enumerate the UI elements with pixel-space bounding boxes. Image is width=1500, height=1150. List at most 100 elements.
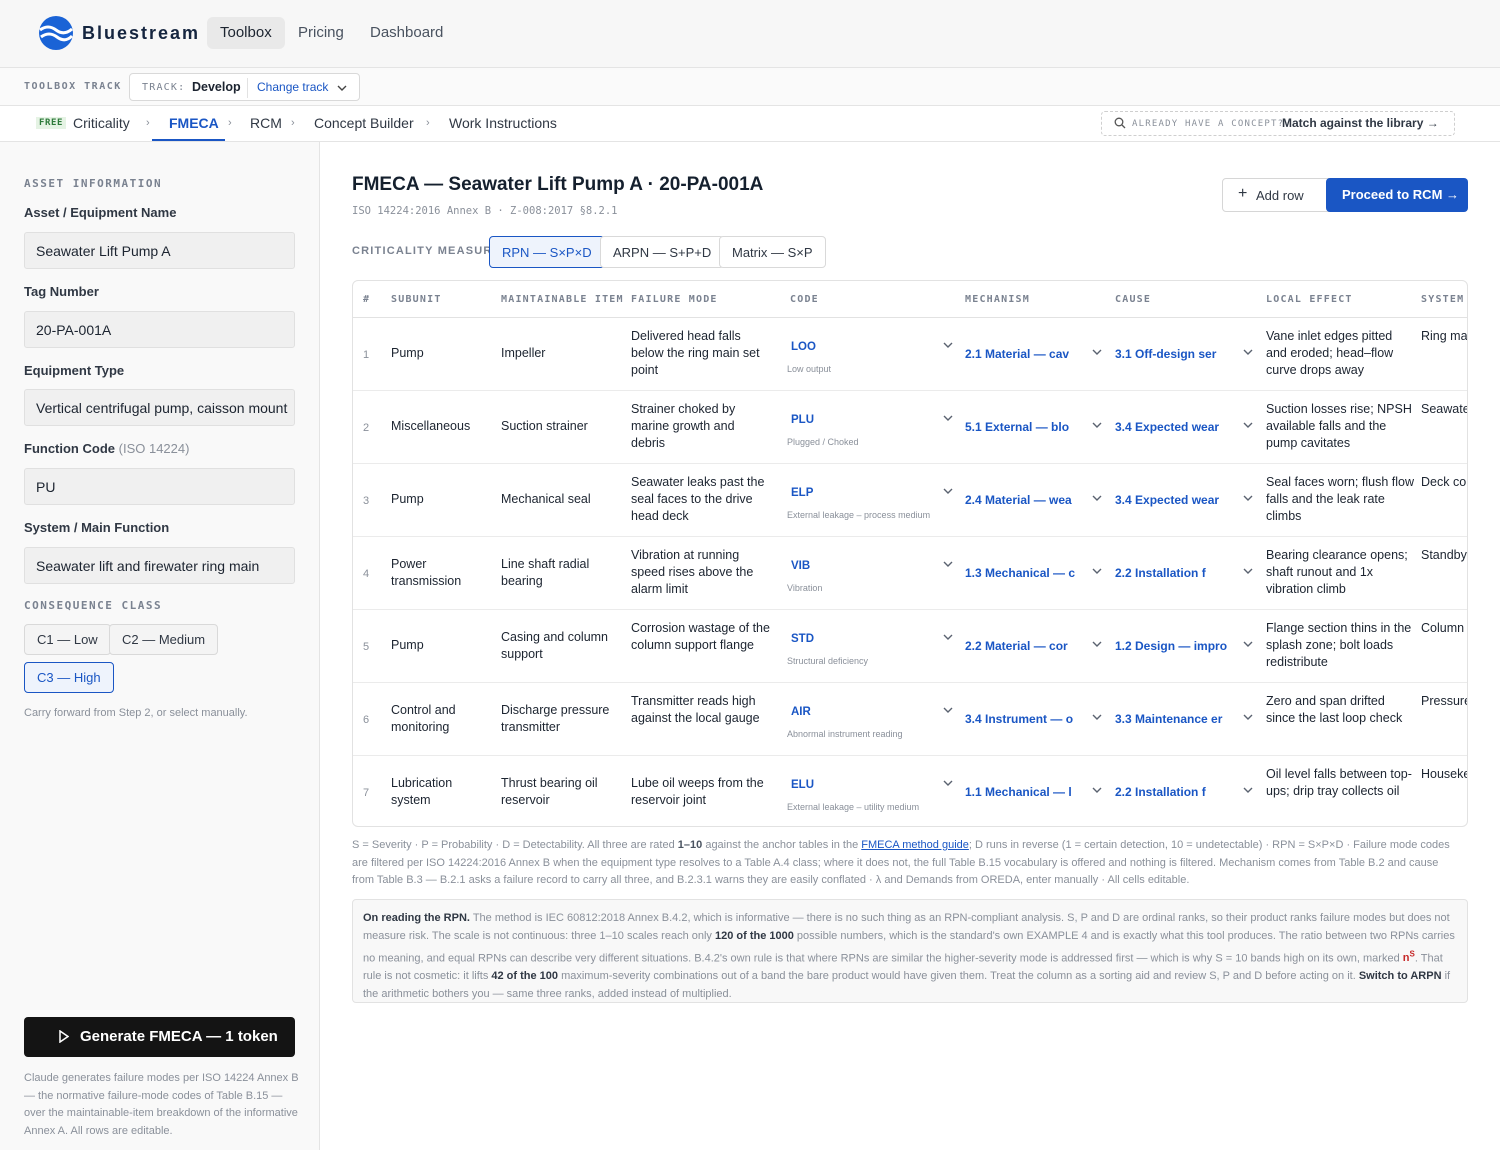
subunit-cell[interactable]: Pump (391, 345, 491, 362)
consequence-c3-button[interactable]: C3 — High (24, 662, 114, 693)
cause-select[interactable]: 2.2 Installation f (1115, 784, 1237, 801)
maintainable-item-cell[interactable]: Thrust bearing oil reservoir (501, 775, 621, 809)
system-effect-cell[interactable]: Houseke the drive duty una (1421, 766, 1467, 783)
generate-fmeca-button[interactable]: Generate FMECA — 1 token (24, 1017, 295, 1057)
measure-arpn-tab[interactable]: ARPN — S+P+D (600, 236, 725, 268)
cause-select[interactable]: 3.3 Maintenance er (1115, 711, 1237, 728)
consequence-c2-button[interactable]: C2 — Medium (109, 624, 219, 655)
chevron-down-icon[interactable] (1091, 713, 1103, 721)
step-work-instructions[interactable]: Work Instructions (449, 115, 557, 131)
step-concept-builder[interactable]: Concept Builder (314, 115, 414, 131)
local-effect-cell[interactable]: Bearing clearance opens; shaft runout an… (1266, 547, 1414, 598)
failure-code-select[interactable]: ELU (791, 777, 814, 794)
nav-dashboard[interactable]: Dashboard (357, 17, 456, 49)
failure-mode-cell[interactable]: Lube oil weeps from the reservoir joint (631, 775, 771, 809)
chevron-down-icon[interactable] (942, 341, 954, 349)
local-effect-cell[interactable]: Zero and span drifted since the last loo… (1266, 693, 1414, 727)
local-effect-cell[interactable]: Oil level falls between top-ups; drip tr… (1266, 766, 1414, 800)
mechanism-select[interactable]: 2.4 Material — wea (965, 492, 1087, 509)
method-guide-link[interactable]: FMECA method guide (861, 839, 969, 851)
failure-mode-cell[interactable]: Vibration at running speed rises above t… (631, 547, 771, 598)
change-track-link[interactable]: Change track (257, 80, 328, 94)
failure-code-select[interactable]: PLU (791, 412, 814, 429)
chevron-down-icon[interactable] (337, 84, 347, 92)
chevron-down-icon[interactable] (1242, 713, 1254, 721)
chevron-down-icon[interactable] (942, 414, 954, 422)
measure-matrix-tab[interactable]: Matrix — S×P (719, 236, 826, 268)
switch-to-arpn-link[interactable]: Switch to ARPN (1359, 970, 1442, 982)
chevron-down-icon[interactable] (1242, 494, 1254, 502)
maintainable-item-cell[interactable]: Mechanical seal (501, 491, 621, 508)
failure-mode-cell[interactable]: Corrosion wastage of the column support … (631, 620, 771, 654)
subunit-cell[interactable]: Miscellaneous (391, 418, 491, 435)
chevron-down-icon[interactable] (1091, 348, 1103, 356)
local-effect-cell[interactable]: Seal faces worn; flush flow falls and th… (1266, 474, 1414, 525)
measure-rpn-tab[interactable]: RPN — S×P×D (489, 236, 605, 268)
system-effect-cell[interactable]: Standby duty; un the caiss (1421, 547, 1467, 564)
subunit-cell[interactable]: Lubrication system (391, 775, 491, 809)
equipment-type-field[interactable]: Vertical centrifugal pump, caisson mount (24, 389, 295, 426)
consequence-c1-button[interactable]: C1 — Low (24, 624, 111, 655)
chevron-down-icon[interactable] (942, 560, 954, 568)
system-effect-cell[interactable]: Pressure daily log recalibra (1421, 693, 1467, 710)
nav-pricing[interactable]: Pricing (285, 17, 357, 49)
subunit-cell[interactable]: Power transmission (391, 556, 491, 590)
chevron-down-icon[interactable] (1242, 640, 1254, 648)
chevron-down-icon[interactable] (1242, 421, 1254, 429)
chevron-down-icon[interactable] (942, 487, 954, 495)
proceed-to-rcm-button[interactable]: Proceed to RCM → (1326, 178, 1468, 212)
chevron-down-icon[interactable] (1091, 494, 1103, 502)
maintainable-item-cell[interactable]: Impeller (501, 345, 621, 362)
chevron-down-icon[interactable] (942, 706, 954, 714)
maintainable-item-cell[interactable]: Suction strainer (501, 418, 621, 435)
chevron-down-icon[interactable] (942, 779, 954, 787)
tag-number-field[interactable]: 20-PA-001A (24, 311, 295, 348)
mechanism-select[interactable]: 5.1 External — blo (965, 419, 1087, 436)
failure-code-select[interactable]: VIB (791, 558, 810, 575)
failure-mode-cell[interactable]: Strainer choked by marine growth and deb… (631, 401, 771, 452)
function-code-field[interactable]: PU (24, 468, 295, 505)
subunit-cell[interactable]: Pump (391, 491, 491, 508)
chevron-down-icon[interactable] (1242, 786, 1254, 794)
local-effect-cell[interactable]: Vane inlet edges pitted and eroded; head… (1266, 328, 1414, 379)
track-selector[interactable]: TRACK: Develop Change track (129, 73, 360, 101)
chevron-down-icon[interactable] (1242, 567, 1254, 575)
maintainable-item-cell[interactable]: Discharge pressure transmitter (501, 702, 621, 736)
match-library-link[interactable]: ALREADY HAVE A CONCEPT? Match against th… (1101, 111, 1455, 136)
mechanism-select[interactable]: 3.4 Instrument — o (965, 711, 1087, 728)
mechanism-select[interactable]: 2.2 Material — cor (965, 638, 1087, 655)
cause-select[interactable]: 2.2 Installation f (1115, 565, 1237, 582)
failure-mode-cell[interactable]: Transmitter reads high against the local… (631, 693, 771, 727)
chevron-down-icon[interactable] (1242, 348, 1254, 356)
chevron-down-icon[interactable] (942, 633, 954, 641)
asset-name-field[interactable]: Seawater Lift Pump A (24, 232, 295, 269)
nav-toolbox[interactable]: Toolbox (207, 17, 285, 49)
system-effect-cell[interactable]: Ring mai at press firewater (1421, 328, 1467, 345)
failure-code-select[interactable]: AIR (791, 704, 811, 721)
step-criticality[interactable]: Criticality (73, 115, 130, 131)
system-effect-cell[interactable]: Deck co pump of cartridge (1421, 474, 1467, 491)
failure-code-select[interactable]: LOO (791, 339, 816, 356)
failure-mode-cell[interactable]: Delivered head falls below the ring main… (631, 328, 771, 379)
failure-mode-cell[interactable]: Seawater leaks past the seal faces to th… (631, 474, 771, 525)
chevron-down-icon[interactable] (1091, 567, 1103, 575)
step-rcm[interactable]: RCM (250, 115, 282, 131)
mechanism-select[interactable]: 1.1 Mechanical — l (965, 784, 1087, 801)
step-fmeca[interactable]: FMECA (169, 115, 219, 131)
maintainable-item-cell[interactable]: Line shaft radial bearing (501, 556, 621, 590)
maintainable-item-cell[interactable]: Casing and column support (501, 629, 621, 663)
failure-code-select[interactable]: ELP (791, 485, 813, 502)
chevron-down-icon[interactable] (1091, 640, 1103, 648)
system-effect-cell[interactable]: Column into the the bore (1421, 620, 1467, 637)
chevron-down-icon[interactable] (1091, 786, 1103, 794)
system-field[interactable]: Seawater lift and firewater ring main (24, 547, 295, 584)
cause-select[interactable]: 3.4 Expected wear (1115, 492, 1237, 509)
local-effect-cell[interactable]: Flange section thins in the splash zone;… (1266, 620, 1414, 671)
mechanism-select[interactable]: 1.3 Mechanical — c (965, 565, 1087, 582)
failure-code-select[interactable]: STD (791, 631, 814, 648)
cause-select[interactable]: 1.2 Design — impro (1115, 638, 1237, 655)
cause-select[interactable]: 3.1 Off-design ser (1115, 346, 1237, 363)
mechanism-select[interactable]: 2.1 Material — cav (965, 346, 1087, 363)
system-effect-cell[interactable]: Seawate cooling a users th (1421, 401, 1467, 418)
add-row-button[interactable]: + Add row (1222, 178, 1338, 212)
